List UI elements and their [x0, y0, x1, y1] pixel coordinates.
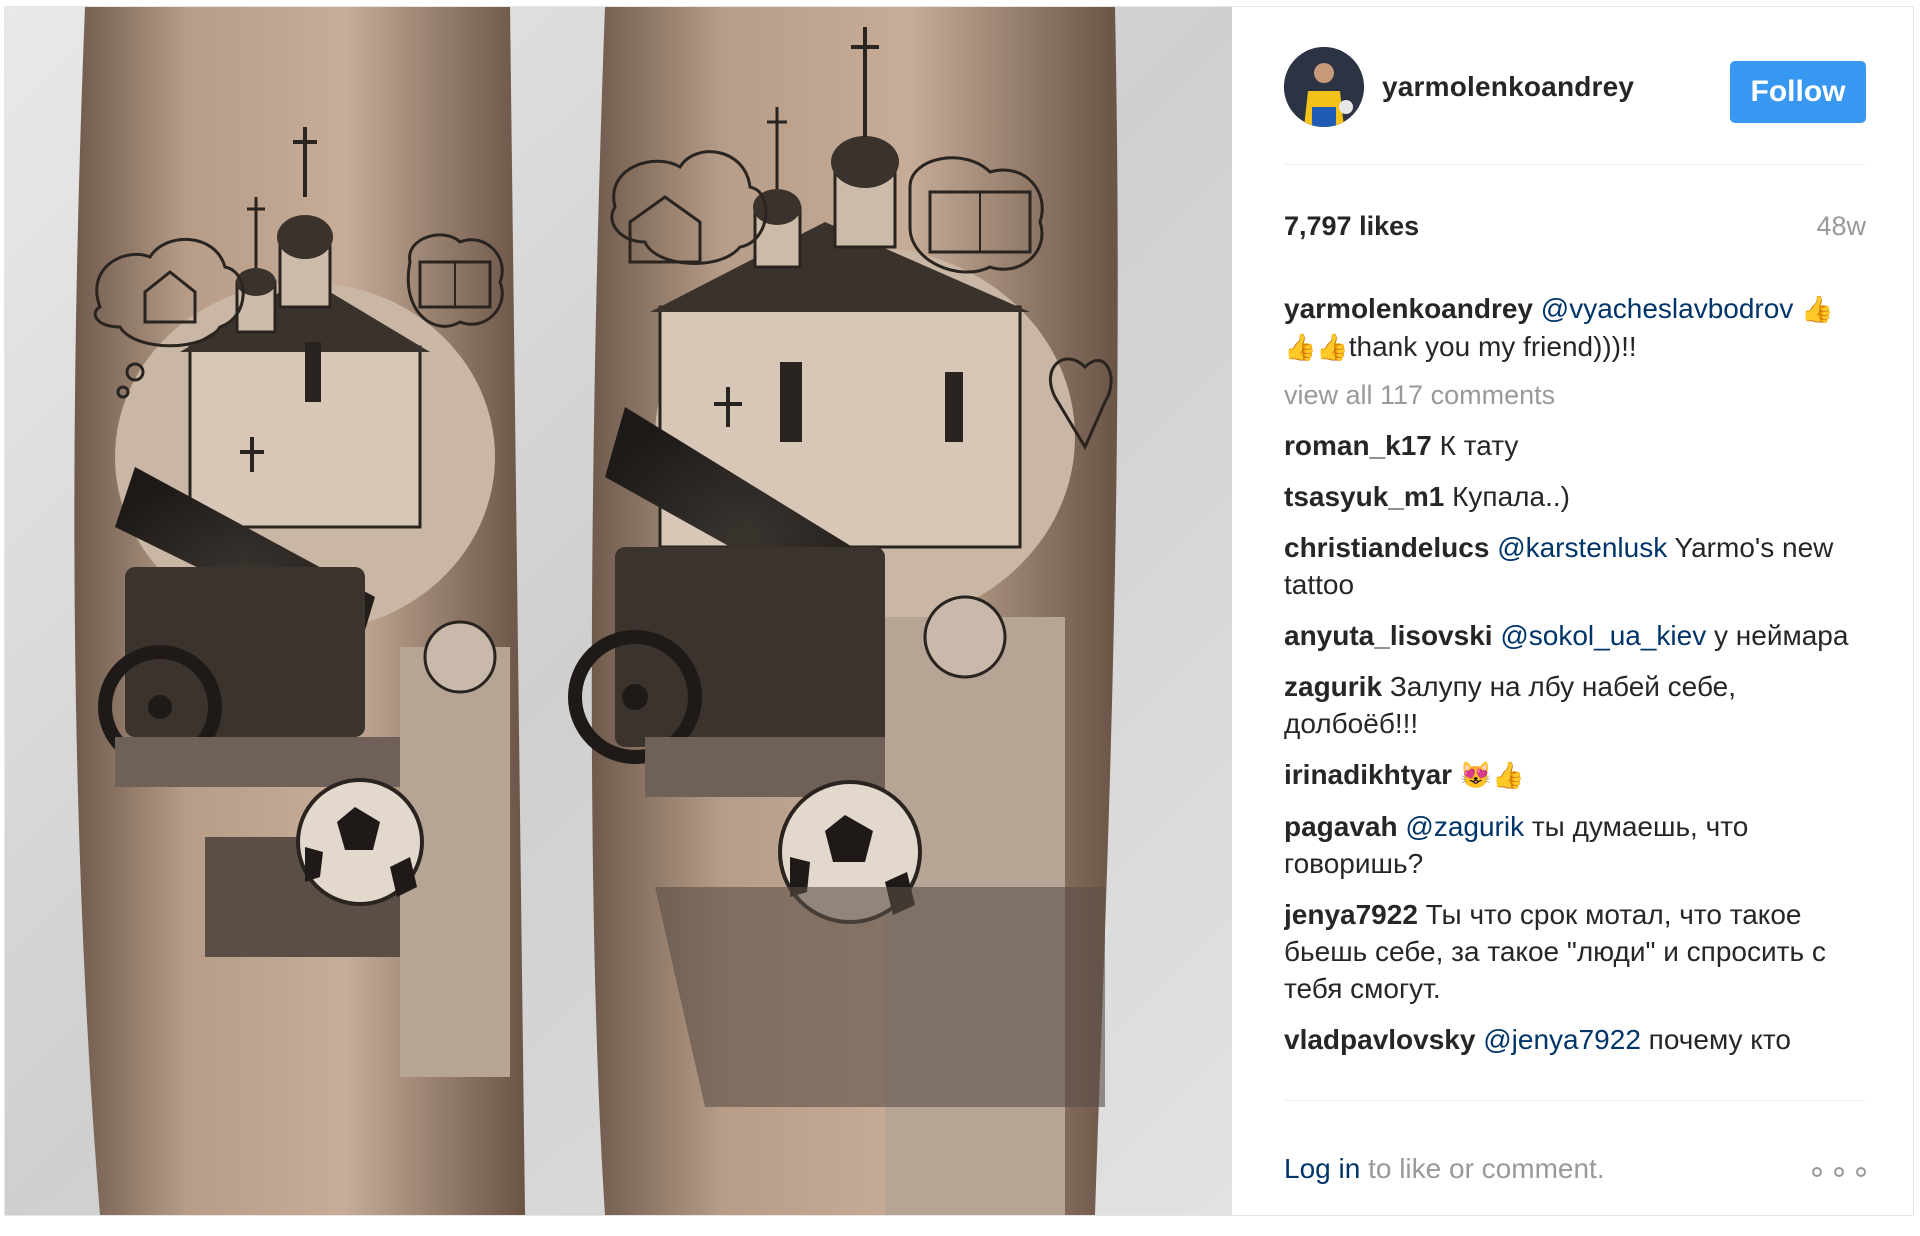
post-caption: yarmolenkoandrey @vyacheslavbodrov 👍 👍👍t…	[1284, 290, 1868, 366]
comment-text: у неймара	[1714, 620, 1849, 651]
comment: roman_k17 К тату	[1284, 427, 1868, 464]
comment: tsasyuk_m1 Купала..)	[1284, 478, 1868, 515]
comment: christiandelucs @karstenlusk Yarmo's new…	[1284, 529, 1868, 603]
comment-username[interactable]: irinadikhtyar	[1284, 759, 1452, 790]
comment-username[interactable]: pagavah	[1284, 811, 1398, 842]
more-options-icon[interactable]	[1812, 1167, 1866, 1181]
thumbs-up-icon: 👍	[1801, 294, 1834, 324]
header-divider	[1284, 164, 1866, 165]
footer-divider	[1284, 1100, 1866, 1101]
caption-mention[interactable]: @vyacheslavbodrov	[1541, 293, 1794, 324]
comment-username[interactable]: christiandelucs	[1284, 532, 1489, 563]
post-header: yarmolenkoandrey Follow	[1284, 47, 1866, 127]
comment: jenya7922 Ты что срок мотал, что такое б…	[1284, 896, 1868, 1007]
comment-username[interactable]: anyuta_lisovski	[1284, 620, 1493, 651]
comment-username[interactable]: tsasyuk_m1	[1284, 481, 1444, 512]
comment-username[interactable]: vladpavlovsky	[1284, 1024, 1475, 1055]
login-link[interactable]: Log in	[1284, 1153, 1360, 1184]
comment: irinadikhtyar 😻👍	[1284, 756, 1868, 794]
comment-username[interactable]: zagurik	[1284, 671, 1382, 702]
comment-text: К тату	[1439, 430, 1519, 461]
likes-count[interactable]: 7,797 likes	[1284, 211, 1419, 242]
post-username[interactable]: yarmolenkoandrey	[1382, 71, 1634, 103]
follow-button[interactable]: Follow	[1730, 61, 1866, 123]
thumbs-up-icon: 👍	[1492, 760, 1525, 790]
post-age[interactable]: 48w	[1816, 211, 1866, 242]
caption-text: thank you my friend)))!!	[1348, 331, 1637, 362]
comment-mention[interactable]: @karstenlusk	[1497, 532, 1667, 563]
comment-username[interactable]: roman_k17	[1284, 430, 1432, 461]
comment: anyuta_lisovski @sokol_ua_kiev у неймара	[1284, 617, 1868, 654]
comment-mention[interactable]: @zagurik	[1405, 811, 1524, 842]
comment-username[interactable]: jenya7922	[1284, 899, 1418, 930]
view-all-comments-link[interactable]: view all 117 comments	[1284, 380, 1555, 411]
comment-text: почему кто	[1648, 1024, 1791, 1055]
post-photo[interactable]	[5, 7, 1232, 1215]
post-sidebar: yarmolenkoandrey Follow 7,797 likes 48w …	[1232, 7, 1914, 1215]
comment-mention[interactable]: @sokol_ua_kiev	[1500, 620, 1706, 651]
caption-username[interactable]: yarmolenkoandrey	[1284, 293, 1533, 324]
comment: zagurik Залупу на лбу набей себе, долбоё…	[1284, 668, 1868, 742]
comment-text: Купала..)	[1452, 481, 1570, 512]
heart-eyes-cat-icon: 😻	[1459, 760, 1493, 790]
tattoo-photo	[5, 7, 1232, 1215]
avatar[interactable]	[1284, 47, 1364, 127]
login-prompt-text: to like or comment.	[1368, 1153, 1605, 1184]
comment: pagavah @zagurik ты думаешь, что говориш…	[1284, 808, 1868, 882]
comments-list[interactable]: roman_k17 К тату tsasyuk_m1 Купала..) ch…	[1284, 427, 1868, 1097]
thumbs-up-icon: 👍👍	[1284, 332, 1349, 362]
comment: vladpavlovsky @jenya7922 почему кто	[1284, 1021, 1868, 1058]
instagram-post: yarmolenkoandrey Follow 7,797 likes 48w …	[4, 6, 1914, 1216]
comment-mention[interactable]: @jenya7922	[1483, 1024, 1641, 1055]
login-prompt: Log in to like or comment.	[1284, 1153, 1605, 1185]
